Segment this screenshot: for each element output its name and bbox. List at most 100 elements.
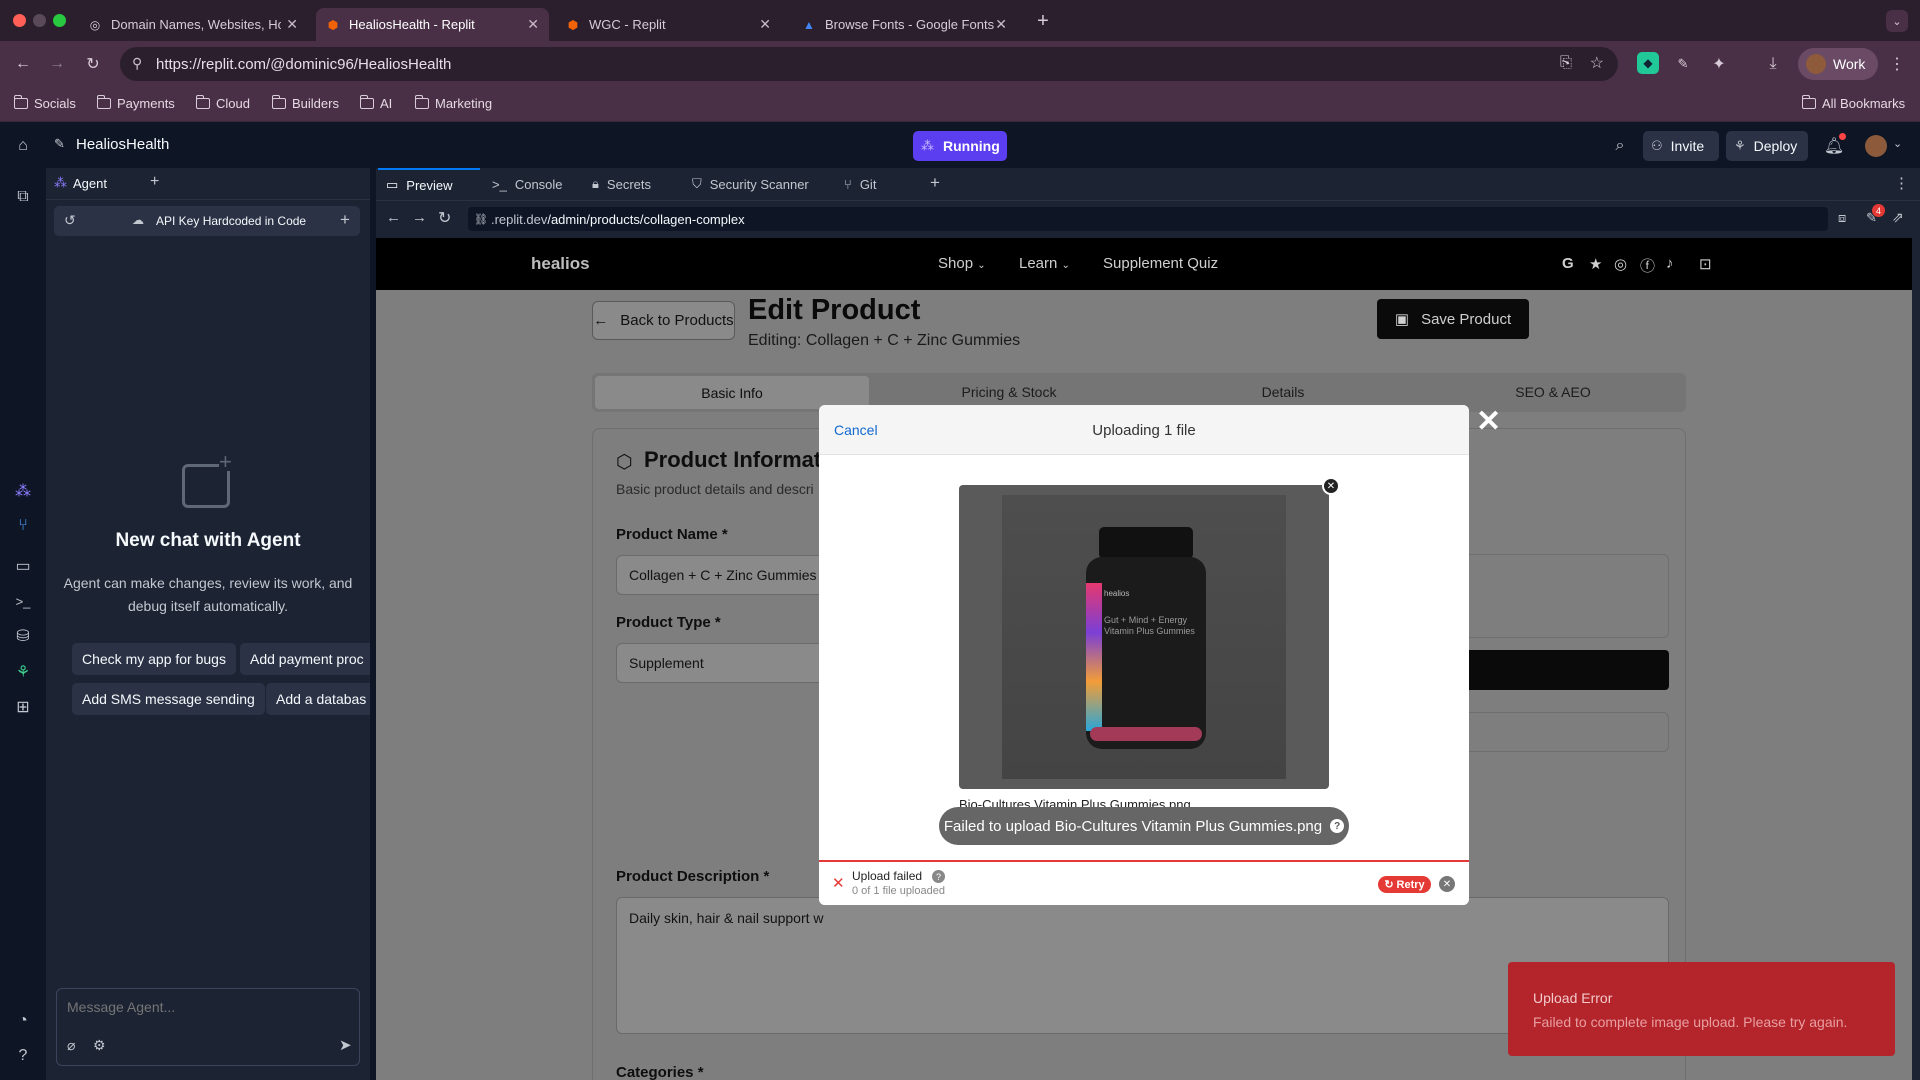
minimize-window-button[interactable] xyxy=(33,14,46,27)
bookmark-folder-payments[interactable]: Payments xyxy=(97,95,175,111)
help-circle-icon[interactable]: ? xyxy=(1330,819,1345,833)
browser-tab-domain[interactable]: ◎ Domain Names, Websites, Ho ✕ xyxy=(78,8,308,41)
user-avatar[interactable] xyxy=(1865,135,1887,157)
project-name[interactable]: HealiosHealth xyxy=(76,136,169,153)
extensions-puzzle-icon[interactable]: ✦ xyxy=(1708,53,1730,75)
agent-tab[interactable]: ⁂ Agent xyxy=(54,175,107,191)
bookmark-folder-cloud[interactable]: Cloud xyxy=(196,95,250,111)
files-icon[interactable]: ⧉ xyxy=(12,186,34,208)
tiktok-icon[interactable]: ♪ xyxy=(1666,255,1674,272)
browser-tab-healioshealth[interactable]: ⬢ HealiosHealth - Replit ✕ xyxy=(316,8,549,41)
bookmark-folder-builders[interactable]: Builders xyxy=(272,95,339,111)
database-icon[interactable]: ⛁ xyxy=(12,625,34,647)
theme-icon[interactable]: ◔ xyxy=(12,1010,34,1032)
bookmark-star-icon[interactable]: ☆ xyxy=(1590,53,1604,73)
close-tab-icon[interactable]: ✕ xyxy=(527,16,539,33)
site-info-icon[interactable]: ⚲ xyxy=(132,55,142,72)
facebook-icon[interactable]: ⓕ xyxy=(1640,255,1655,276)
nav-shop[interactable]: Shop ⌄ xyxy=(938,255,986,272)
tab-search-chevron-icon[interactable]: ⌄ xyxy=(1886,10,1908,32)
help-circle-icon[interactable]: ? xyxy=(932,870,945,883)
star-icon[interactable]: ★ xyxy=(1589,255,1602,273)
tab-details[interactable]: Details xyxy=(1146,384,1420,400)
deploy-button[interactable]: ⚘ Deploy xyxy=(1726,131,1808,161)
tab-security-scanner[interactable]: ⛉ Security Scanner xyxy=(684,168,832,200)
remove-file-icon[interactable]: ✕ xyxy=(1322,477,1340,495)
tab-git[interactable]: ⑂ Git xyxy=(836,168,906,200)
git-icon[interactable]: ⑂ xyxy=(12,515,34,537)
image-dropzone[interactable] xyxy=(1456,554,1669,638)
image-url-field[interactable] xyxy=(1456,712,1669,752)
nav-learn[interactable]: Learn ⌄ xyxy=(1019,255,1070,272)
chat-title[interactable]: API Key Hardcoded in Code xyxy=(156,214,306,228)
close-window-button[interactable] xyxy=(13,14,26,27)
maximize-window-button[interactable] xyxy=(53,14,66,27)
history-icon[interactable]: ↺ xyxy=(64,212,76,229)
reload-icon[interactable]: ↻ xyxy=(82,53,104,75)
run-status-button[interactable]: ⁂ Running xyxy=(913,131,1007,161)
home-icon[interactable]: ⌂ xyxy=(12,135,34,157)
deploy-rail-icon[interactable]: ⚘ xyxy=(12,661,34,683)
new-tab-icon[interactable]: + xyxy=(1032,10,1054,32)
upload-button[interactable] xyxy=(1456,650,1669,690)
browser-tab-wgc[interactable]: ⬢ WGC - Replit ✕ xyxy=(556,8,781,41)
close-tab-icon[interactable]: ✕ xyxy=(995,16,1007,33)
bookmark-folder-marketing[interactable]: Marketing xyxy=(415,95,492,111)
reload-icon[interactable]: ↻ xyxy=(438,208,451,228)
back-arrow-icon[interactable]: ← xyxy=(12,53,34,75)
suggestion-chip[interactable]: Add a databas xyxy=(266,683,370,715)
search-icon[interactable]: ⌕ xyxy=(1609,135,1631,157)
devices-icon[interactable]: ⧈ xyxy=(1838,210,1846,226)
chevron-down-icon[interactable]: ⌄ xyxy=(1893,137,1902,150)
open-new-window-icon[interactable]: ⇗ xyxy=(1892,209,1904,226)
attach-paperclip-icon[interactable]: ⌀ xyxy=(67,1037,75,1054)
new-chat-icon[interactable]: + xyxy=(340,210,350,230)
extension-icon[interactable]: ◆ xyxy=(1637,52,1659,74)
back-to-products-button[interactable]: ← Back to Products xyxy=(592,301,735,340)
close-modal-icon[interactable]: ✕ xyxy=(1476,404,1501,439)
google-icon[interactable]: G xyxy=(1562,255,1574,272)
back-arrow-icon[interactable]: ← xyxy=(386,209,401,226)
site-logo[interactable]: healios xyxy=(531,254,590,274)
cancel-upload-icon[interactable]: ✕ xyxy=(1439,876,1455,892)
instagram-icon[interactable]: ◎ xyxy=(1614,255,1627,273)
suggestion-chip[interactable]: Check my app for bugs xyxy=(72,643,236,675)
bookmark-folder-socials[interactable]: Socials xyxy=(14,95,76,111)
close-tab-icon[interactable]: ✕ xyxy=(759,16,771,33)
cart-icon[interactable]: ⊡ xyxy=(1699,255,1712,273)
tab-secrets[interactable]: 🔒︎ Secrets xyxy=(584,168,680,200)
agent-grid-icon[interactable]: ⁂ xyxy=(12,480,34,502)
tab-console[interactable]: >_ Console xyxy=(484,168,580,200)
forward-arrow-icon[interactable]: → xyxy=(412,209,427,226)
downloads-icon[interactable]: ⤓ xyxy=(1762,53,1784,75)
retry-button[interactable]: ↻ Retry xyxy=(1378,876,1431,893)
browser-menu-icon[interactable]: ⋮ xyxy=(1886,53,1908,75)
browser-tab-google-fonts[interactable]: ▲ Browse Fonts - Google Fonts ✕ xyxy=(792,8,1017,41)
settings-sliders-icon[interactable]: ⚙ xyxy=(93,1037,106,1054)
suggestion-chip[interactable]: Add SMS message sending xyxy=(72,683,265,715)
tab-seo-aeo[interactable]: SEO & AEO xyxy=(1420,384,1686,400)
add-tab-icon[interactable]: + xyxy=(150,173,159,191)
save-product-button[interactable]: ▣ Save Product xyxy=(1377,299,1529,339)
add-tab-icon[interactable]: + xyxy=(930,173,940,193)
tab-preview[interactable]: ▭ Preview xyxy=(378,168,480,200)
profile-button[interactable]: Work xyxy=(1798,48,1878,80)
nav-supplement-quiz[interactable]: Supplement Quiz xyxy=(1103,255,1218,272)
install-app-icon[interactable]: ⎘ xyxy=(1560,54,1572,71)
close-tab-icon[interactable]: ✕ xyxy=(286,16,298,33)
all-tools-icon[interactable]: ⊞ xyxy=(12,696,34,718)
all-bookmarks[interactable]: All Bookmarks xyxy=(1802,95,1905,111)
suggestion-chip[interactable]: Add payment proc xyxy=(240,643,370,675)
message-input[interactable] xyxy=(57,989,359,1025)
extension-pen-icon[interactable]: ✎ xyxy=(1672,53,1694,75)
more-options-icon[interactable]: ⋮ xyxy=(1894,174,1909,192)
preview-monitor-icon[interactable]: ▭ xyxy=(12,555,34,577)
tab-pricing-stock[interactable]: Pricing & Stock xyxy=(872,384,1146,400)
preview-url-bar[interactable]: ⛓ .replit.dev/admin/products/collagen-co… xyxy=(468,207,1828,231)
invite-button[interactable]: ⚇ Invite xyxy=(1643,131,1719,161)
bookmark-folder-ai[interactable]: AI xyxy=(360,95,392,111)
send-icon[interactable]: ➤ xyxy=(339,1036,352,1054)
address-bar[interactable]: ⚲ https://replit.com/@dominic96/HealiosH… xyxy=(120,47,1618,81)
console-icon[interactable]: >_ xyxy=(12,590,34,612)
forward-arrow-icon[interactable]: → xyxy=(46,53,68,75)
